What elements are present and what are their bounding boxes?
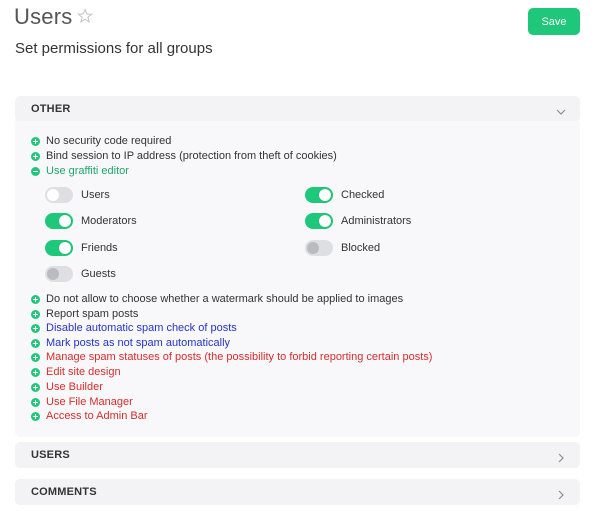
- permission-label: Mark posts as not spam automatically: [46, 337, 231, 349]
- chevron-right-icon: [556, 450, 566, 463]
- plus-icon: [31, 382, 40, 392]
- toggle-switch[interactable]: [45, 213, 73, 229]
- section-label-users: USERS: [31, 449, 70, 461]
- group-toggle-friends[interactable]: Friends: [45, 240, 118, 256]
- page-title: Users: [14, 4, 73, 29]
- toggle-switch[interactable]: [45, 187, 73, 203]
- group-label: Friends: [81, 242, 118, 254]
- permission-item[interactable]: Edit site design: [31, 365, 121, 379]
- permission-label: Access to Admin Bar: [46, 410, 148, 422]
- toggle-switch[interactable]: [45, 240, 73, 256]
- permission-item[interactable]: Manage spam statuses of posts (the possi…: [31, 350, 432, 364]
- group-toggle-checked[interactable]: Checked: [305, 187, 384, 203]
- group-label: Guests: [81, 268, 116, 280]
- minus-icon: [31, 166, 40, 176]
- toggle-switch[interactable]: [305, 240, 333, 256]
- permission-label: No security code required: [46, 135, 172, 147]
- permission-label: Report spam posts: [46, 308, 139, 320]
- permission-item[interactable]: Mark posts as not spam automatically: [31, 336, 230, 350]
- group-label: Moderators: [81, 215, 137, 227]
- chevron-down-icon: [556, 104, 566, 115]
- section-header-comments[interactable]: COMMENTS: [15, 479, 580, 505]
- permission-label: Manage spam statuses of posts (the possi…: [46, 351, 433, 363]
- section-label-comments: COMMENTS: [31, 486, 97, 498]
- group-toggle-guests[interactable]: Guests: [45, 266, 116, 282]
- plus-icon: [31, 367, 40, 377]
- group-toggle-users[interactable]: Users: [45, 187, 110, 203]
- toggle-switch[interactable]: [305, 213, 333, 229]
- permission-item[interactable]: Report spam posts: [31, 307, 138, 321]
- permission-label: Edit site design: [46, 366, 121, 378]
- permission-item[interactable]: No security code required: [31, 134, 171, 148]
- permission-label: Use Builder: [46, 381, 103, 393]
- group-label: Blocked: [341, 242, 381, 254]
- plus-icon: [31, 136, 40, 146]
- permission-item[interactable]: Bind session to IP address (protection f…: [31, 149, 337, 163]
- permission-label: Bind session to IP address (protection f…: [46, 150, 337, 162]
- toggle-switch[interactable]: [45, 266, 73, 282]
- permission-label: Disable automatic spam check of posts: [46, 322, 237, 334]
- chevron-right-icon: [556, 487, 566, 500]
- permission-item-graffiti[interactable]: Use graffiti editor: [31, 164, 129, 178]
- section-header-users[interactable]: USERS: [15, 442, 580, 468]
- permission-item[interactable]: Use File Manager: [31, 395, 133, 409]
- plus-icon: [31, 309, 40, 319]
- toggle-switch[interactable]: [305, 187, 333, 203]
- plus-icon: [31, 352, 40, 362]
- group-label: Administrators: [341, 215, 412, 227]
- permission-label: Use File Manager: [46, 396, 133, 408]
- permission-label: Do not allow to choose whether a waterma…: [46, 293, 404, 305]
- group-label: Users: [81, 189, 110, 201]
- save-button[interactable]: Save: [528, 8, 580, 35]
- section-label-other: OTHER: [31, 103, 71, 115]
- permission-item[interactable]: Do not allow to choose whether a waterma…: [31, 292, 403, 306]
- plus-icon: [31, 411, 40, 421]
- plus-icon: [31, 151, 40, 161]
- group-toggle-administrators[interactable]: Administrators: [305, 213, 411, 229]
- permission-item[interactable]: Access to Admin Bar: [31, 409, 148, 423]
- permission-item[interactable]: Use Builder: [31, 380, 103, 394]
- permission-label: Use graffiti editor: [46, 165, 129, 177]
- star-icon[interactable]: [77, 8, 93, 24]
- group-label: Checked: [341, 189, 385, 201]
- plus-icon: [31, 294, 40, 304]
- group-toggle-moderators[interactable]: Moderators: [45, 213, 137, 229]
- section-header-other[interactable]: OTHER: [15, 96, 580, 122]
- plus-icon: [31, 338, 40, 348]
- permission-item[interactable]: Disable automatic spam check of posts: [31, 321, 237, 335]
- plus-icon: [31, 323, 40, 333]
- page-subtitle: Set permissions for all groups: [15, 40, 213, 57]
- plus-icon: [31, 397, 40, 407]
- group-toggle-blocked[interactable]: Blocked: [305, 240, 380, 256]
